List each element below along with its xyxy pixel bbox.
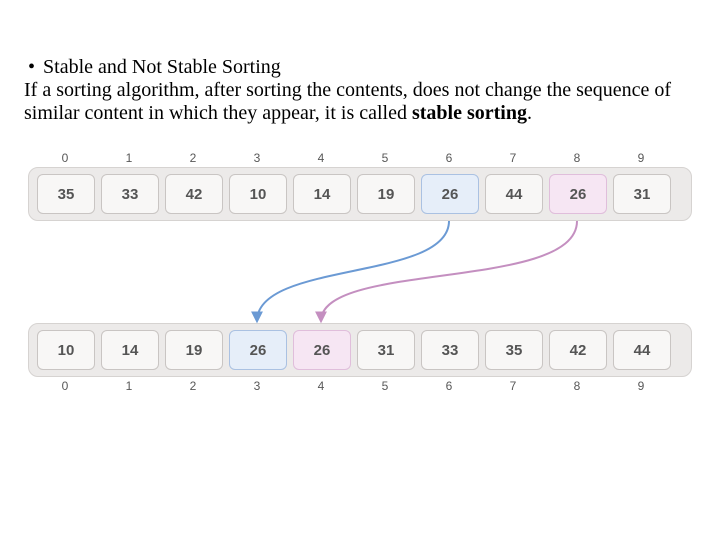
heading-row: • Stable and Not Stable Sorting xyxy=(24,56,696,79)
index-label: 6 xyxy=(420,379,478,393)
index-label: 0 xyxy=(36,379,94,393)
index-label: 0 xyxy=(36,151,94,165)
array-cell: 33 xyxy=(101,174,159,214)
body-main: If a sorting algorithm, after sorting th… xyxy=(24,79,671,124)
body-bold: stable sorting xyxy=(412,102,527,124)
array-cell: 42 xyxy=(165,174,223,214)
index-label: 8 xyxy=(548,379,606,393)
array-cell-highlight-blue: 26 xyxy=(229,330,287,370)
array-cell: 44 xyxy=(485,174,543,214)
index-label: 5 xyxy=(356,151,414,165)
array-cell: 14 xyxy=(293,174,351,214)
index-label: 7 xyxy=(484,151,542,165)
index-label: 2 xyxy=(164,151,222,165)
index-label: 3 xyxy=(228,379,286,393)
array-cell: 35 xyxy=(37,174,95,214)
array-cell: 10 xyxy=(37,330,95,370)
array-cell-highlight-blue: 26 xyxy=(421,174,479,214)
mapping-arrows xyxy=(28,221,692,323)
unsorted-array: 35 33 42 10 14 19 26 44 26 31 xyxy=(28,167,692,221)
index-label: 5 xyxy=(356,379,414,393)
array-cell: 19 xyxy=(165,330,223,370)
array-cell: 14 xyxy=(101,330,159,370)
array-cell: 35 xyxy=(485,330,543,370)
body-tail: . xyxy=(527,102,532,124)
index-label: 1 xyxy=(100,151,158,165)
index-label: 8 xyxy=(548,151,606,165)
index-label: 4 xyxy=(292,379,350,393)
index-row-top: 0 1 2 3 4 5 6 7 8 9 xyxy=(28,149,692,167)
index-label: 3 xyxy=(228,151,286,165)
array-cell: 31 xyxy=(357,330,415,370)
array-cell: 19 xyxy=(357,174,415,214)
index-label: 7 xyxy=(484,379,542,393)
arrow-blue xyxy=(257,221,449,321)
array-cell: 33 xyxy=(421,330,479,370)
stable-sort-figure: 0 1 2 3 4 5 6 7 8 9 35 33 42 10 14 19 26… xyxy=(24,149,696,395)
index-label: 9 xyxy=(612,151,670,165)
body-paragraph: If a sorting algorithm, after sorting th… xyxy=(24,79,696,125)
index-label: 1 xyxy=(100,379,158,393)
array-cell: 42 xyxy=(549,330,607,370)
index-label: 6 xyxy=(420,151,478,165)
index-label: 4 xyxy=(292,151,350,165)
heading-text: Stable and Not Stable Sorting xyxy=(43,56,281,79)
sorted-array: 10 14 19 26 26 31 33 35 42 44 xyxy=(28,323,692,377)
array-cell: 10 xyxy=(229,174,287,214)
bullet-dot: • xyxy=(24,56,43,79)
array-cell-highlight-pink: 26 xyxy=(549,174,607,214)
index-label: 9 xyxy=(612,379,670,393)
array-cell: 44 xyxy=(613,330,671,370)
array-cell-highlight-pink: 26 xyxy=(293,330,351,370)
array-cell: 31 xyxy=(613,174,671,214)
arrow-pink xyxy=(321,221,577,321)
index-label: 2 xyxy=(164,379,222,393)
index-row-bottom: 0 1 2 3 4 5 6 7 8 9 xyxy=(28,377,692,395)
